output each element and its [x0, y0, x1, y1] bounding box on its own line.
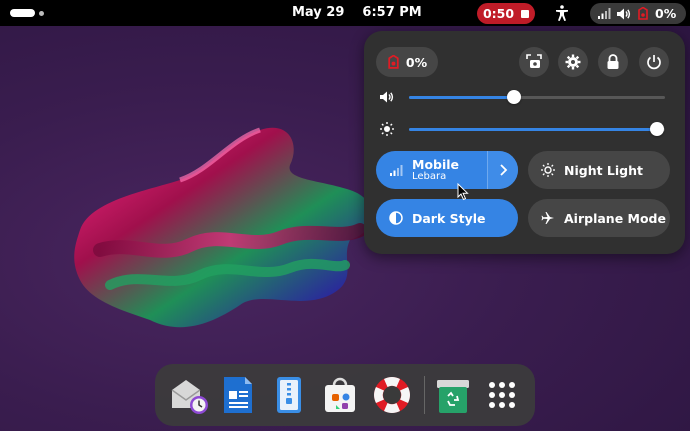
lock-icon — [607, 54, 619, 69]
gear-icon — [565, 54, 581, 70]
dark-style-icon — [388, 210, 404, 226]
date-label: May 29 — [292, 5, 345, 20]
screen-recording-indicator[interactable]: 0:50 — [477, 3, 535, 24]
battery-caution-icon — [638, 7, 648, 20]
app-grid-icon[interactable] — [481, 374, 523, 416]
mobile-carrier: Lebara — [412, 171, 447, 183]
night-light-label: Night Light — [564, 162, 643, 178]
volume-knob[interactable] — [506, 90, 521, 104]
software-store-icon[interactable] — [319, 374, 361, 416]
volume-fill — [409, 96, 514, 99]
dark-style-label: Dark Style — [412, 210, 486, 226]
brightness-track[interactable] — [409, 122, 665, 136]
power-icon — [647, 55, 661, 70]
brightness-slider[interactable] — [380, 121, 670, 137]
mobile-toggle[interactable]: Mobile Lebara — [376, 151, 518, 189]
settings-button[interactable] — [558, 47, 588, 77]
writer-icon[interactable] — [217, 374, 259, 416]
dark-style-toggle[interactable]: Dark Style — [376, 199, 518, 237]
volume-track[interactable] — [409, 90, 665, 104]
dash-dock — [155, 364, 535, 426]
mobile-label: Mobile — [412, 156, 460, 172]
airplane-mode-label: Airplane Mode — [564, 210, 666, 226]
top-bar: May 29 6:57 PM 0:50 0% — [0, 0, 690, 26]
trash-icon[interactable] — [432, 374, 474, 416]
archive-icon[interactable] — [268, 374, 310, 416]
mouse-pointer-icon — [457, 183, 469, 201]
airplane-icon — [540, 210, 556, 226]
volume-slider[interactable] — [380, 89, 670, 105]
dock-separator — [424, 376, 425, 414]
screenshot-icon — [526, 54, 542, 68]
airplane-mode-toggle[interactable]: Airplane Mode — [528, 199, 670, 237]
active-workspace-pill — [10, 9, 35, 17]
battery-button[interactable]: 0% — [376, 47, 438, 77]
lock-button[interactable] — [598, 47, 628, 77]
stop-icon — [521, 9, 530, 18]
recording-time: 0:50 — [482, 6, 515, 21]
cellular-signal-icon — [598, 8, 611, 19]
battery-percent-label: 0% — [405, 54, 428, 70]
brightness-fill — [409, 128, 658, 131]
volume-icon — [617, 8, 631, 19]
volume-icon — [380, 91, 394, 103]
clock[interactable]: May 29 6:57 PM — [292, 5, 422, 20]
screenshot-button[interactable] — [519, 47, 549, 77]
mail-clock-icon[interactable] — [168, 374, 210, 416]
battery-caution-icon — [388, 55, 399, 69]
power-button[interactable] — [639, 47, 669, 77]
chevron-right-icon — [499, 164, 507, 176]
time-label: 6:57 PM — [362, 5, 422, 20]
brightness-icon — [380, 122, 394, 136]
cellular-signal-icon — [388, 162, 404, 178]
wallpaper-sculpture — [74, 127, 373, 328]
accessibility-icon[interactable] — [553, 4, 571, 22]
activities-indicator[interactable] — [10, 9, 50, 17]
night-light-toggle[interactable]: Night Light — [528, 151, 670, 189]
battery-percent: 0% — [655, 6, 677, 21]
mobile-menu-button[interactable] — [487, 151, 518, 189]
quick-settings-menu: 0% Mobile Lebara Night Light Dark Style … — [364, 31, 685, 254]
system-status-area[interactable]: 0% — [590, 3, 686, 24]
night-light-icon — [540, 162, 556, 178]
brightness-knob[interactable] — [650, 122, 665, 136]
help-icon[interactable] — [371, 374, 413, 416]
workspace-dot — [39, 10, 44, 16]
